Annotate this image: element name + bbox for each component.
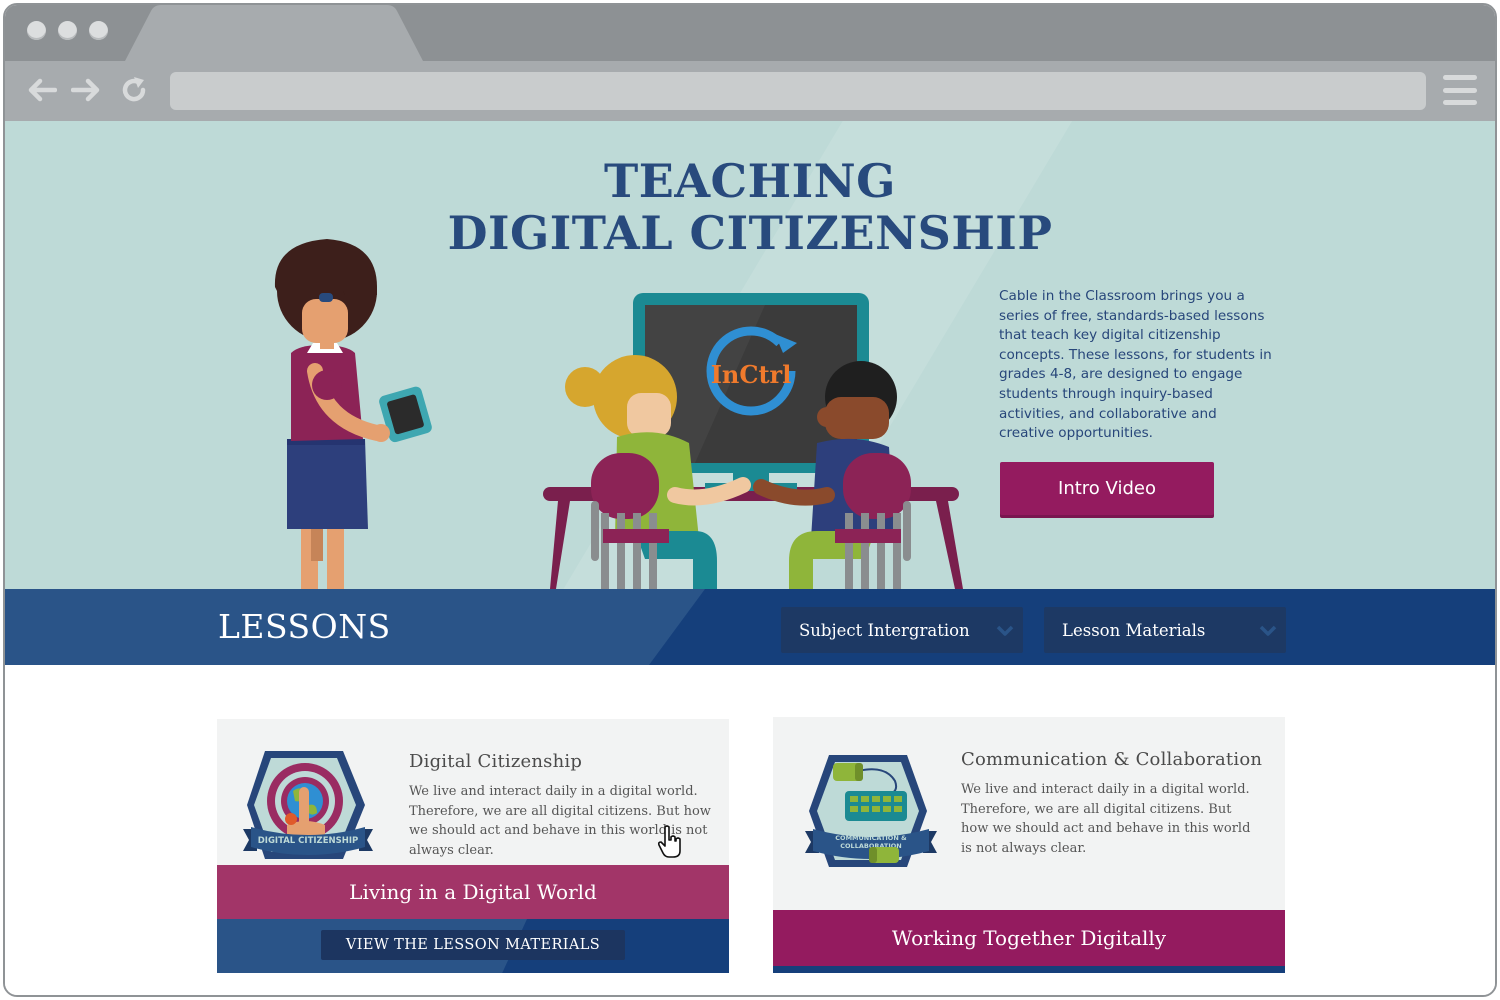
minimize-window-button[interactable]: [58, 21, 77, 40]
card-action-bar: VIEW THE LESSON MATERIALS: [217, 919, 729, 973]
hero-section: TEACHING DIGITAL CITIZENSHIP InCtrl Cabl…: [5, 121, 1495, 589]
back-arrow-icon[interactable]: [25, 73, 59, 107]
dropdown-label: Subject Intergration: [799, 620, 970, 640]
dropdown-label: Lesson Materials: [1062, 620, 1206, 640]
browser-tab[interactable]: [125, 5, 425, 61]
card-band-footer: [773, 966, 1285, 973]
subject-integration-dropdown[interactable]: Subject Intergration: [781, 607, 1023, 653]
chevron-down-icon: [996, 625, 1014, 636]
hamburger-menu-icon[interactable]: [1443, 75, 1477, 105]
badge-label-line1: COMMUNICATION &: [835, 834, 907, 842]
communication-collaboration-badge-icon: COMMUNICATION & COLLABORATION: [805, 755, 937, 867]
tab-strip: [5, 5, 1495, 61]
reload-icon[interactable]: [117, 73, 151, 107]
address-bar[interactable]: [170, 72, 1426, 110]
hand-pointer-cursor-icon: [657, 825, 681, 858]
badge-label: DIGITAL CITIZENSHIP: [258, 836, 359, 846]
teacher-figure: [274, 239, 432, 589]
intro-video-button[interactable]: Intro Video: [1000, 462, 1214, 515]
card-title: Digital Citizenship: [409, 751, 583, 772]
forward-arrow-icon[interactable]: [69, 73, 103, 107]
lesson-materials-dropdown[interactable]: Lesson Materials: [1044, 607, 1286, 653]
lessons-title: LESSONS: [218, 607, 391, 646]
navigation-bar: [5, 61, 1495, 121]
maximize-window-button[interactable]: [89, 21, 108, 40]
close-window-button[interactable]: [27, 21, 46, 40]
page-viewport: TEACHING DIGITAL CITIZENSHIP InCtrl Cabl…: [5, 121, 1495, 995]
chevron-down-icon: [1259, 625, 1277, 636]
view-lesson-materials-button[interactable]: VIEW THE LESSON MATERIALS: [321, 930, 625, 960]
card-description: We live and interact daily in a digital …: [961, 782, 1251, 857]
card-band-title[interactable]: Living in a Digital World: [217, 865, 729, 919]
card-title: Communication & Collaboration: [961, 749, 1263, 770]
lesson-card-digital-citizenship[interactable]: DIGITAL CITIZENSHIP Digital Citizenship …: [217, 719, 729, 973]
digital-citizenship-badge-icon: DIGITAL CITIZENSHIP: [243, 751, 373, 859]
hero-description: Cable in the Classroom brings you a seri…: [999, 288, 1272, 442]
card-band-title[interactable]: Working Together Digitally: [773, 910, 1285, 966]
lessons-bar: LESSONS Subject Intergration Lesson Mate…: [5, 589, 1495, 665]
lesson-card-communication-collaboration[interactable]: COMMUNICATION & COLLABORATION Communicat…: [773, 717, 1285, 973]
browser-window: TEACHING DIGITAL CITIZENSHIP InCtrl Cabl…: [3, 3, 1497, 997]
window-controls: [27, 21, 108, 40]
inctrl-logo: InCtrl: [711, 360, 792, 389]
